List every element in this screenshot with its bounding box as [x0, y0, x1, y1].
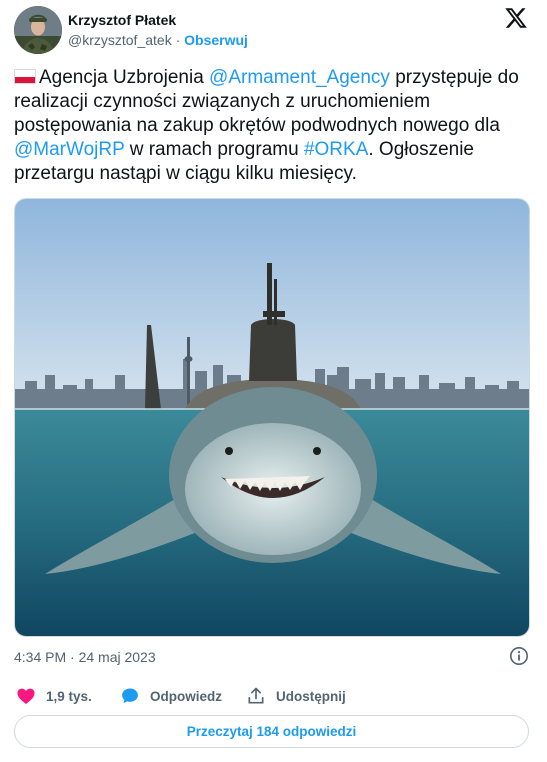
- reply-button[interactable]: Odpowiedz: [120, 684, 222, 708]
- read-replies-button[interactable]: Przeczytaj 184 odpowiedzi: [14, 715, 529, 748]
- info-icon[interactable]: [509, 646, 529, 666]
- x-logo-icon[interactable]: [504, 6, 528, 30]
- share-upload-icon: [248, 687, 264, 704]
- tweet-text-part-3: w ramach programu: [124, 139, 304, 160]
- tweet-image[interactable]: [14, 198, 530, 637]
- shark-submarine-illustration: [15, 199, 529, 636]
- poland-flag-icon: [14, 69, 36, 84]
- author-names: Krzysztof Płatek @krzysztof_atek · Obser…: [68, 10, 248, 50]
- tweet-timestamp[interactable]: 4:34 PM · 24 maj 2023: [14, 648, 156, 666]
- mention-marwojrp[interactable]: @MarWojRP: [14, 139, 124, 160]
- mention-armament-agency[interactable]: @Armament_Agency: [209, 67, 390, 88]
- separator-dot: ·: [175, 32, 181, 48]
- follow-button[interactable]: Obserwuj: [184, 32, 248, 48]
- tweet-text: Agencja Uzbrojenia @Armament_Agency przy…: [14, 66, 534, 186]
- reply-label: Odpowiedz: [150, 688, 222, 704]
- avatar[interactable]: [14, 6, 62, 54]
- hashtag-orka[interactable]: #ORKA: [304, 139, 368, 160]
- share-button[interactable]: Udostępnij: [246, 684, 346, 708]
- tweet-embed-card: Krzysztof Płatek @krzysztof_atek · Obser…: [0, 0, 547, 762]
- tweet-header: Krzysztof Płatek @krzysztof_atek · Obser…: [14, 6, 534, 54]
- handle-row: @krzysztof_atek · Obserwuj: [68, 30, 248, 50]
- tweet-actions: 1,9 tys. Odpowiedz Udostępnij: [14, 684, 534, 708]
- share-label: Udostępnij: [276, 688, 346, 704]
- heart-icon: [17, 688, 35, 704]
- like-count: 1,9 tys.: [46, 688, 92, 704]
- author-handle[interactable]: @krzysztof_atek: [68, 32, 172, 48]
- tweet-text-part-1: Agencja Uzbrojenia: [39, 67, 210, 88]
- author-display-name[interactable]: Krzysztof Płatek: [68, 10, 248, 30]
- speech-bubble-icon: [122, 688, 138, 704]
- like-button[interactable]: 1,9 tys.: [16, 684, 92, 708]
